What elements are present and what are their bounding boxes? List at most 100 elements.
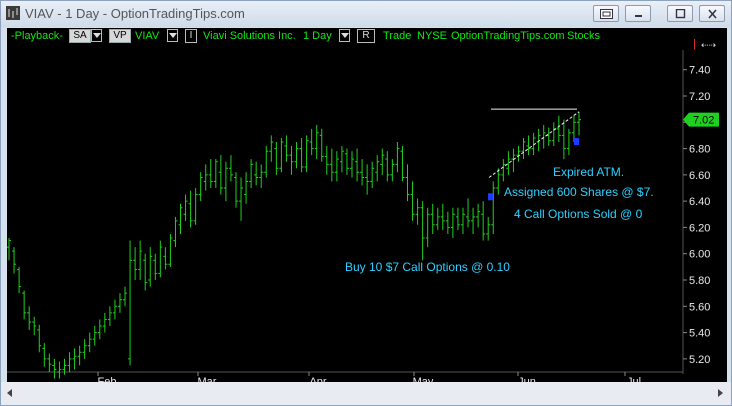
- ohlc-bar: [259, 164, 264, 188]
- ohlc-bar: [7, 237, 11, 261]
- ohlc-bar: [324, 145, 329, 175]
- ohlc-bar: [254, 161, 259, 186]
- ohlc-bar: [249, 159, 254, 188]
- ohlc-bar: [566, 128, 571, 156]
- chart-app-icon: [6, 6, 20, 20]
- entry-marker: [488, 193, 493, 201]
- scroll-left-icon[interactable]: [3, 386, 17, 400]
- ohlc-bar: [329, 148, 334, 182]
- ohlc-bar: [213, 159, 218, 188]
- maximize-button[interactable]: [667, 5, 693, 22]
- ohlc-bar: [289, 145, 294, 175]
- date-axis: Feb Mar Apr May Jun Jul: [97, 372, 641, 382]
- ohlc-bar: [501, 159, 506, 182]
- ohlc-bar: [541, 124, 546, 149]
- ohlc-bar: [233, 172, 238, 208]
- ohlc-bar: [481, 201, 486, 241]
- price-tick-label: 5.80: [689, 275, 710, 287]
- ohlc-bar: [178, 203, 183, 234]
- ohlc-bar: [355, 148, 360, 182]
- ohlc-bar: [17, 266, 22, 294]
- ohlc-bar: [365, 164, 370, 195]
- ohlc-bar: [138, 240, 143, 280]
- ohlc-bar: [536, 128, 541, 152]
- ohlc-bar: [188, 190, 193, 228]
- ohlc-bar: [400, 145, 405, 182]
- minimize-icon: [635, 15, 642, 17]
- ohlc-bar: [218, 155, 223, 195]
- ohlc-bar: [123, 286, 128, 307]
- ohlc-bar: [304, 135, 309, 173]
- ohlc-bar: [511, 148, 516, 173]
- ohlc-bar: [551, 122, 556, 146]
- close-button[interactable]: [699, 5, 725, 22]
- ohlc-bar: [47, 353, 52, 372]
- ohlc-bar: [546, 127, 551, 146]
- ohlc-bar: [395, 142, 400, 173]
- ohlc-bar: [496, 168, 501, 195]
- title-bar: VIAV - 1 Day - OptionTradingTips.com: [1, 1, 731, 27]
- ohlc-bar: [92, 326, 97, 346]
- ohlc-bar: [133, 247, 138, 280]
- ohlc-bar: [526, 135, 531, 156]
- sold-annotation: 4 Call Options Sold @ 0: [514, 207, 643, 221]
- ohlc-bar: [577, 111, 581, 136]
- ohlc-bar: [486, 216, 491, 241]
- ohlc-bar: [208, 159, 213, 188]
- ohlc-bar: [435, 207, 440, 231]
- ohlc-bar: [284, 135, 289, 162]
- ohlc-bar: [344, 148, 349, 175]
- ohlc-bar: [117, 293, 122, 313]
- ohlc-bar: [102, 312, 107, 333]
- ohlc-bar: [228, 155, 233, 182]
- price-tick-label: 5.60: [689, 301, 710, 313]
- ohlc-bar: [82, 339, 87, 359]
- ohlc-bar: [143, 253, 148, 291]
- ohlc-bar: [203, 164, 208, 191]
- ohlc-bar: [430, 203, 435, 234]
- buy-annotation: Buy 10 $7 Call Options @ 0.10: [345, 260, 510, 274]
- ohlc-bar: [491, 181, 496, 234]
- price-tick-label: 5.40: [689, 328, 710, 340]
- chart-area[interactable]: -Playback- SA VP VIAV I Viavi Solutions …: [7, 28, 727, 396]
- horizontal-scrollbar[interactable]: [1, 382, 731, 405]
- ohlc-bar: [12, 247, 17, 274]
- ohlc-bar: [339, 145, 344, 173]
- ohlc-bar: [32, 316, 37, 336]
- ohlc-bar: [420, 201, 425, 261]
- price-tick-label: 5.20: [689, 354, 710, 366]
- ohlc-bar: [314, 124, 319, 160]
- ohlc-bar: [112, 299, 117, 320]
- ohlc-bar: [471, 207, 476, 234]
- ohlc-bar: [72, 348, 77, 370]
- price-chart: 7.407.207.006.806.606.406.206.005.805.60…: [7, 50, 719, 382]
- ohlc-bar: [521, 138, 526, 160]
- minimize-button[interactable]: [625, 5, 651, 22]
- assigned-annotation: Assigned 600 Shares @ $7.: [504, 185, 654, 199]
- trade-annotations: Buy 10 $7 Call Options @ 0.10 Assigned 60…: [345, 108, 654, 274]
- ohlc-bar: [239, 177, 244, 221]
- ohlc-bar: [153, 253, 158, 280]
- ohlc-bar: [450, 207, 455, 238]
- ohlc-bar: [390, 159, 395, 182]
- ohlc-bar: [269, 135, 274, 162]
- ohlc-bar: [375, 155, 380, 182]
- price-tick-label: 6.20: [689, 222, 710, 234]
- ohlc-bar: [163, 247, 168, 270]
- exit-marker: [574, 138, 579, 146]
- price-tick-label: 7.20: [689, 91, 710, 103]
- ohlc-bar: [455, 207, 460, 231]
- ohlc-bar: [97, 319, 102, 340]
- ohlc-bar: [309, 128, 314, 156]
- window-title: VIAV - 1 Day - OptionTradingTips.com: [25, 6, 245, 21]
- price-tick-label: 6.40: [689, 196, 710, 208]
- ohlc-bar: [561, 119, 566, 160]
- ohlc-bar: [556, 115, 561, 142]
- ohlc-bar: [244, 172, 249, 204]
- window-options-button[interactable]: [593, 5, 619, 22]
- ohlc-bar: [193, 188, 198, 225]
- scroll-right-icon[interactable]: [713, 386, 727, 400]
- ohlc-bar: [460, 207, 465, 234]
- ohlc-bar: [405, 164, 410, 202]
- ohlc-bar: [264, 145, 269, 178]
